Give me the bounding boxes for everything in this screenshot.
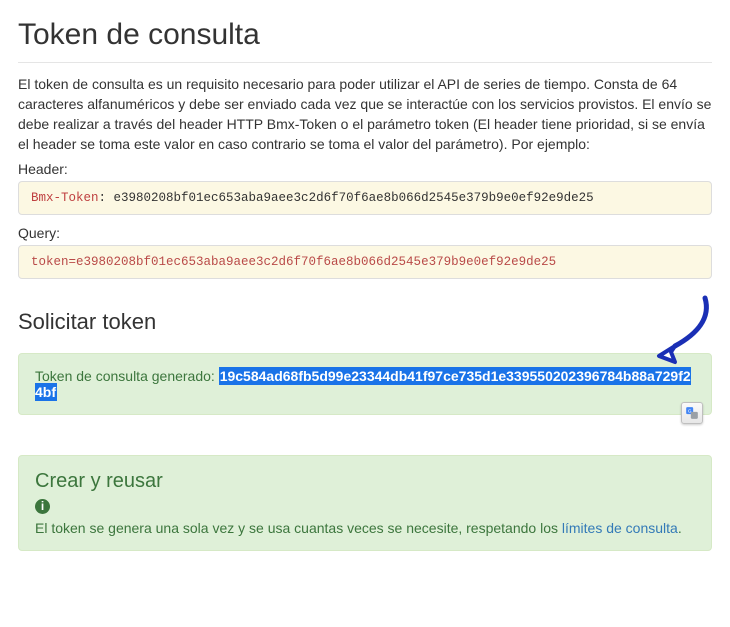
svg-text:G: G <box>688 408 692 413</box>
code-sep: : <box>99 191 114 205</box>
header-example-label: Header: <box>18 161 712 177</box>
reuse-info-text: El token se genera una sola vez y se usa… <box>35 520 562 536</box>
page-title: Token de consulta <box>18 18 712 52</box>
query-example-code: token=e3980208bf01ec653aba9aee3c2d6f70f6… <box>18 245 712 279</box>
code-value: e3980208bf01ec653aba9aee3c2d6f70f6ae8b06… <box>114 191 594 205</box>
limits-link[interactable]: límites de consulta <box>562 520 678 536</box>
generated-token-label: Token de consulta generado: <box>35 368 219 384</box>
info-icon: i <box>35 499 50 514</box>
reuse-info-panel: Crear y reusar i El token se genera una … <box>18 455 712 551</box>
request-token-heading: Solicitar token <box>18 309 712 335</box>
header-example-code: Bmx-Token: e3980208bf01ec653aba9aee3c2d6… <box>18 181 712 215</box>
intro-paragraph: El token de consulta es un requisito nec… <box>18 75 712 155</box>
query-example-label: Query: <box>18 225 712 241</box>
generated-token-panel: Token de consulta generado: 19c584ad68fb… <box>18 353 712 415</box>
reuse-info-suffix: . <box>678 520 682 536</box>
code-line: token=e3980208bf01ec653aba9aee3c2d6f70f6… <box>31 255 556 269</box>
code-key: Bmx-Token <box>31 191 99 205</box>
divider <box>18 62 712 63</box>
reuse-info-title: Crear y reusar <box>35 470 695 493</box>
translate-badge-icon[interactable]: G <box>681 402 703 424</box>
